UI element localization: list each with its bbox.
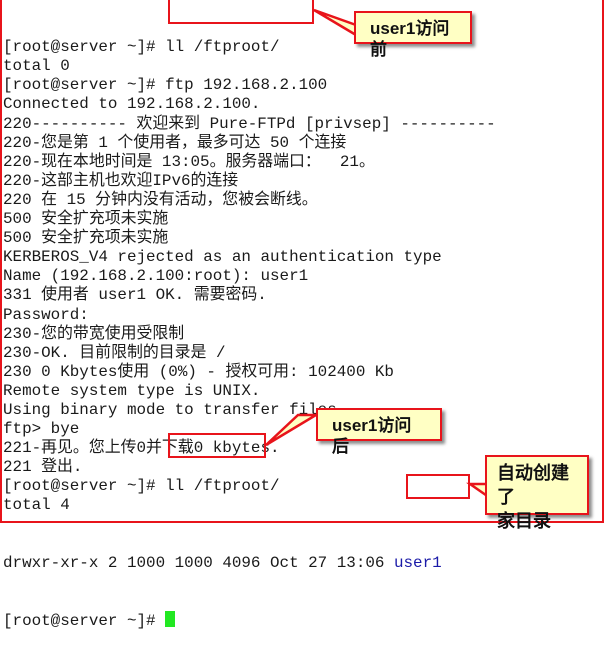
callout-auto-created-line1: 自动创建了: [497, 463, 569, 507]
terminal-cursor: [165, 611, 176, 627]
user1-directory[interactable]: user1: [394, 554, 442, 572]
callout-after-access: user1访问后: [316, 408, 442, 456]
listing-details: drwxr-xr-x 2 1000 1000 4096 Oct 27 13:06: [3, 553, 394, 572]
callout-auto-created-line2: 家目录: [497, 511, 551, 531]
directory-listing-row: drwxr-xr-x 2 1000 1000 4096 Oct 27 13:06…: [3, 554, 604, 573]
callout-before-access: user1访问前: [354, 11, 472, 59]
shell-prompt: [root@server ~]#: [3, 612, 166, 630]
callout-auto-created: 自动创建了 家目录: [485, 455, 589, 531]
final-prompt-line[interactable]: [root@server ~]#: [3, 611, 604, 630]
callout-tail-before: [265, 8, 495, 503]
